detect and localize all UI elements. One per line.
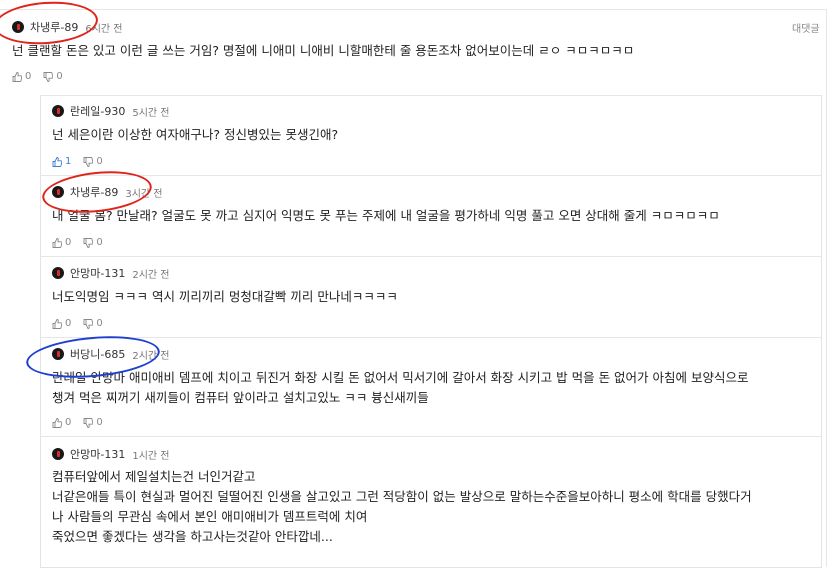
author-nickname[interactable]: 란레일-930 <box>70 103 125 119</box>
dislike-button[interactable]: 0 <box>83 417 103 428</box>
reply-line: 너도익명임 ㅋㅋㅋ 역시 끼리끼리 멍청대갈빡 끼리 만나네ㅋㅋㅋㅋ <box>52 289 398 304</box>
right-divider <box>826 9 827 567</box>
avatar[interactable] <box>52 105 64 117</box>
timestamp: 2시간 전 <box>132 269 170 281</box>
reply-divider <box>40 256 821 257</box>
reply-line: 챙겨 먹은 찌꺼기 새끼들이 컴퓨터 앞이라고 설치고있노 ㅋㅋ 븅신새끼들 <box>52 390 429 405</box>
like-count: 0 <box>25 71 32 82</box>
thumbs-up-icon <box>52 237 62 248</box>
reply-button[interactable]: 대댓글 <box>792 20 820 35</box>
avatar[interactable] <box>52 267 64 279</box>
dislike-button[interactable]: 0 <box>83 156 103 167</box>
reply-line: 컴퓨터앞에서 제일설치는건 너인거같고 <box>52 469 256 484</box>
reply-line: 란레일 안망마 애미애비 뎀프에 치이고 뒤진거 화장 시킬 돈 없어서 믹서기… <box>52 370 749 385</box>
like-count: 0 <box>65 417 72 428</box>
top-divider <box>0 9 826 10</box>
thumbs-down-icon <box>83 318 94 329</box>
reply-body: 란레일 안망마 애미애비 뎀프에 치이고 뒤진거 화장 시킬 돈 없어서 믹서기… <box>52 368 749 408</box>
reply-meta: 안망마-131 2시간 전 <box>52 265 169 281</box>
thumbs-down-icon <box>83 237 94 248</box>
reply-meta: 버당니-685 2시간 전 <box>52 346 169 362</box>
dislike-button[interactable]: 0 <box>43 71 63 82</box>
avatar[interactable] <box>52 186 64 198</box>
author-nickname[interactable]: 차냉루-89 <box>30 19 78 35</box>
like-button[interactable]: 0 <box>52 417 71 428</box>
timestamp: 3시간 전 <box>125 188 163 200</box>
dislike-count: 0 <box>96 237 103 248</box>
reply-divider <box>40 175 821 176</box>
reply-line: 넌 세은이란 이상한 여자애구나? 정신병있는 못생긴애? <box>52 127 339 142</box>
reply-actions: 1 0 <box>52 156 115 167</box>
reply-line: 죽었으면 좋겠다는 생각을 하고사는것같아 안타깝네... <box>52 529 333 544</box>
dislike-button[interactable]: 0 <box>83 318 103 329</box>
timestamp: 5시간 전 <box>132 107 170 119</box>
reply-body: 내 얼굴 봄? 만날래? 얼굴도 못 까고 심지어 익명도 못 푸는 주제에 내… <box>52 206 720 226</box>
thumbs-down-icon <box>43 71 54 82</box>
reply-body: 넌 세은이란 이상한 여자애구나? 정신병있는 못생긴애? <box>52 125 338 145</box>
thumbs-up-icon <box>52 156 62 167</box>
avatar[interactable] <box>52 448 64 460</box>
reply-actions: 0 0 <box>52 417 115 428</box>
comment-body: 넌 클랜할 돈은 있고 이런 글 쓰는 거임? 명절에 니애미 니애비 니할매한… <box>12 41 634 61</box>
comment-actions: 0 0 <box>12 71 75 82</box>
author-nickname[interactable]: 버당니-685 <box>70 346 125 362</box>
reply-meta: 안망마-131 1시간 전 <box>52 446 169 462</box>
author-nickname[interactable]: 안망마-131 <box>70 446 125 462</box>
author-nickname[interactable]: 안망마-131 <box>70 265 125 281</box>
timestamp: 6시간 전 <box>85 23 123 35</box>
reply-line: 나 사람들의 무관심 속에서 본인 애미애비가 뎀프트럭에 치여 <box>52 509 368 524</box>
reply-body: 너도익명임 ㅋㅋㅋ 역시 끼리끼리 멍청대갈빡 끼리 만나네ㅋㅋㅋㅋ <box>52 287 398 307</box>
avatar[interactable] <box>12 21 24 33</box>
reply-actions: 0 0 <box>52 318 115 329</box>
like-count: 0 <box>65 318 72 329</box>
reply-body: 컴퓨터앞에서 제일설치는건 너인거같고 너같은애들 특이 현실과 멀어진 덜떨어… <box>52 467 752 547</box>
thumbs-up-icon <box>52 417 62 428</box>
comment-line: 넌 클랜할 돈은 있고 이런 글 쓰는 거임? 명절에 니애미 니애비 니할매한… <box>12 43 635 58</box>
like-count: 1 <box>65 156 72 167</box>
reply-meta: 차냉루-89 3시간 전 <box>52 184 162 200</box>
timestamp: 2시간 전 <box>132 350 170 362</box>
like-button[interactable]: 0 <box>52 318 71 329</box>
reply-meta: 란레일-930 5시간 전 <box>52 103 169 119</box>
author-nickname[interactable]: 차냉루-89 <box>70 184 118 200</box>
reply-divider <box>40 337 821 338</box>
thumbs-up-icon <box>52 318 62 329</box>
comment-meta: 차냉루-89 6시간 전 <box>12 19 122 35</box>
reply-divider <box>40 95 821 96</box>
dislike-count: 0 <box>56 71 63 82</box>
dislike-button[interactable]: 0 <box>83 237 103 248</box>
timestamp: 1시간 전 <box>132 450 170 462</box>
like-button[interactable]: 0 <box>52 237 71 248</box>
like-button[interactable]: 0 <box>12 71 31 82</box>
dislike-count: 0 <box>96 417 103 428</box>
thumbs-up-icon <box>12 71 22 82</box>
reply-divider <box>40 436 821 437</box>
thumbs-down-icon <box>83 417 94 428</box>
reply-actions: 0 0 <box>52 237 115 248</box>
dislike-count: 0 <box>96 156 103 167</box>
reply-line: 너같은애들 특이 현실과 멀어진 덜떨어진 인생을 살고있고 그런 적당함이 없… <box>52 489 752 504</box>
thumbs-down-icon <box>83 156 94 167</box>
like-count: 0 <box>65 237 72 248</box>
dislike-count: 0 <box>96 318 103 329</box>
avatar[interactable] <box>52 348 64 360</box>
like-button[interactable]: 1 <box>52 156 71 167</box>
reply-line: 내 얼굴 봄? 만날래? 얼굴도 못 까고 심지어 익명도 못 푸는 주제에 내… <box>52 208 720 223</box>
